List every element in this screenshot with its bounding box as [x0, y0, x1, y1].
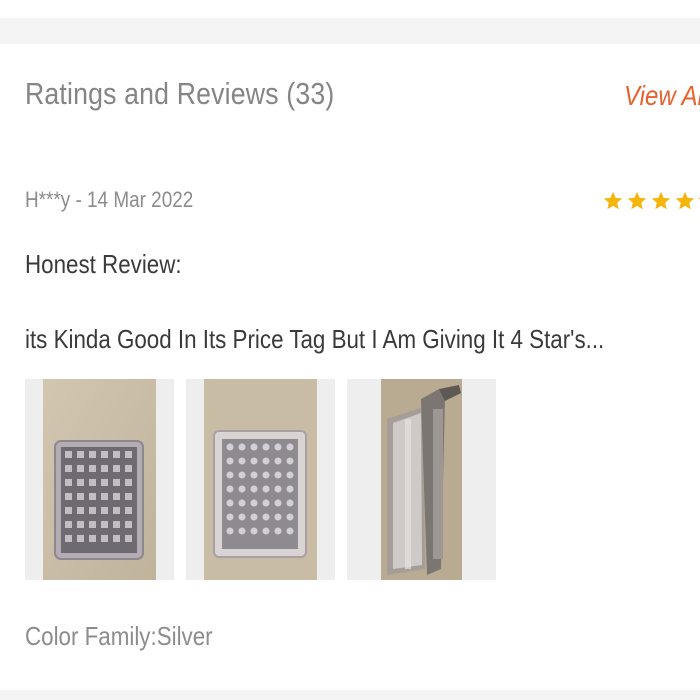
review-body: its Kinda Good In Its Price Tag But I Am… [25, 324, 605, 354]
review-photo[interactable] [186, 379, 335, 580]
section-divider-top [0, 18, 700, 44]
star-filled-icon [603, 191, 623, 210]
review-photo[interactable] [25, 379, 174, 580]
star-filled-icon [627, 191, 647, 210]
star-filled-icon [675, 191, 695, 210]
sku-color-family: Color Family:Silver [25, 621, 213, 651]
review-title: Honest Review: [25, 249, 182, 279]
review-photos [25, 379, 508, 580]
section-divider-bottom [0, 690, 700, 700]
review-meta: H***y - 14 Mar 2022 [25, 187, 194, 212]
product-photo-side-handle-icon [381, 379, 462, 580]
section-title: Ratings and Reviews (33) [25, 76, 335, 111]
product-photo-grid-blade-angle-icon [204, 379, 317, 580]
rating-stars [602, 190, 700, 212]
review-photo[interactable] [347, 379, 496, 580]
top-spacer [0, 0, 700, 18]
product-photo-grid-blade-top-icon [43, 379, 156, 580]
star-filled-icon [651, 191, 671, 210]
view-all-link[interactable]: View All [624, 80, 700, 112]
